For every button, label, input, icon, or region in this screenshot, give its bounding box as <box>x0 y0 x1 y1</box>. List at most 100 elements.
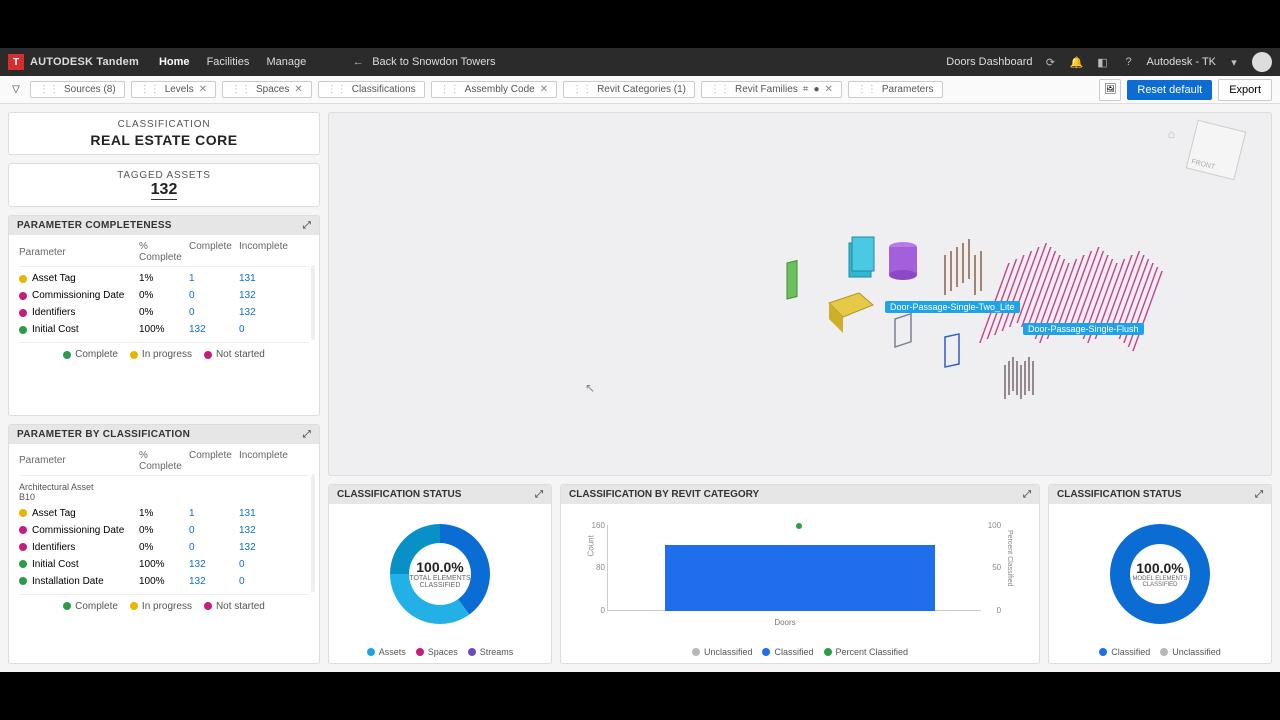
col-pct: % Complete <box>139 450 189 472</box>
complete-link[interactable]: 132 <box>189 559 206 570</box>
filter-icon[interactable]: ▽ <box>8 82 24 98</box>
drag-handle-icon: ⋮⋮ <box>572 84 592 95</box>
model-viewer[interactable]: ⌂ FRONT <box>328 112 1272 476</box>
chip-label: Revit Families <box>735 84 798 95</box>
expand-icon[interactable]: ⤢ <box>1255 489 1263 500</box>
chip-assembly-code[interactable]: ⋮⋮Assembly Code✕ <box>431 81 557 98</box>
expand-icon[interactable]: ⤢ <box>303 220 311 231</box>
table-row: Commissioning Date0%0132 <box>19 287 309 304</box>
expand-icon[interactable]: ⤢ <box>1023 489 1031 500</box>
expand-icon[interactable]: ⤢ <box>535 489 543 500</box>
pct-value: 0% <box>139 542 189 553</box>
y-axis-label: Count <box>586 535 595 556</box>
complete-link[interactable]: 1 <box>189 273 195 284</box>
tagged-count[interactable]: 132 <box>151 181 178 200</box>
expand-icon[interactable]: ⤢ <box>303 429 311 440</box>
donut-sub2: CLASSIFIED <box>420 582 461 589</box>
legend-dot-icon <box>692 648 700 656</box>
chip-classifications[interactable]: ⋮⋮ Classifications <box>318 81 425 98</box>
chip-spaces[interactable]: ⋮⋮Spaces✕ <box>222 81 312 98</box>
bar-chart: 160 80 0 100 50 0 Doors Count Percent Cl… <box>585 519 1015 629</box>
group-header: Architectural Asset B10 <box>19 479 309 505</box>
chart-legend: ClassifiedUnclassified <box>1049 643 1271 663</box>
param-name: Commissioning Date <box>32 525 124 536</box>
y2-axis-label: Percent Classified <box>1006 530 1013 586</box>
card-title: CLASSIFICATION STATUS <box>337 489 461 500</box>
refresh-icon[interactable]: ⟳ <box>1043 54 1059 70</box>
incomplete-link[interactable]: 0 <box>239 324 245 335</box>
panel-title: PARAMETER COMPLETENESS <box>17 220 172 231</box>
drag-handle-icon: ⋮⋮ <box>231 84 251 95</box>
legend-label: Not started <box>216 601 265 612</box>
incomplete-link[interactable]: 0 <box>239 576 245 587</box>
param-name: Installation Date <box>32 576 104 587</box>
incomplete-link[interactable]: 132 <box>239 525 256 536</box>
status-dot-icon <box>19 309 27 317</box>
close-icon[interactable]: ✕ <box>540 84 548 95</box>
parameter-by-classification-panel: PARAMETER BY CLASSIFICATION⤢ Parameter %… <box>8 424 320 664</box>
legend-label: Classified <box>1111 647 1150 657</box>
export-button[interactable]: Export <box>1218 79 1272 101</box>
complete-link[interactable]: 132 <box>189 324 206 335</box>
scrollbar[interactable] <box>311 474 315 592</box>
pct-value: 1% <box>139 508 189 519</box>
incomplete-link[interactable]: 131 <box>239 273 256 284</box>
tree-icon: ⌗ <box>803 84 809 95</box>
status-dot-icon <box>19 526 27 534</box>
percent-point <box>796 523 802 529</box>
nav-manage[interactable]: Manage <box>266 56 306 68</box>
image-icon[interactable]: 🖼 <box>1099 79 1121 101</box>
back-link[interactable]: ← Back to Snowdon Towers <box>350 54 495 70</box>
chip-revit-families[interactable]: ⋮⋮Revit Families⌗●✕ <box>701 81 842 98</box>
incomplete-link[interactable]: 131 <box>239 508 256 519</box>
nav-home[interactable]: Home <box>159 56 190 68</box>
complete-link[interactable]: 0 <box>189 307 195 318</box>
param-name: Initial Cost <box>32 324 79 335</box>
user-label[interactable]: Autodesk - TK <box>1147 56 1217 68</box>
donut-sub2: CLASSIFIED <box>1142 582 1177 588</box>
nav-facilities[interactable]: Facilities <box>207 56 250 68</box>
table-row: Commissioning Date0%0132 <box>19 522 309 539</box>
legend-dot-icon <box>1160 648 1168 656</box>
table-row: Identifiers 0%0 132 <box>19 539 309 556</box>
incomplete-link[interactable]: 132 <box>239 542 256 553</box>
complete-link[interactable]: 1 <box>189 508 195 519</box>
param-name: Identifiers <box>32 542 75 553</box>
legend-dot-icon <box>416 648 424 656</box>
complete-link[interactable]: 0 <box>189 290 195 301</box>
complete-link[interactable]: 0 <box>189 525 195 536</box>
legend-label: Complete <box>75 349 118 360</box>
avatar[interactable] <box>1252 52 1272 72</box>
complete-link[interactable]: 0 <box>189 542 195 553</box>
status-dot-icon <box>19 292 27 300</box>
legend-label: Streams <box>480 647 514 657</box>
incomplete-link[interactable]: 132 <box>239 307 256 318</box>
complete-link[interactable]: 132 <box>189 576 206 587</box>
scrollbar[interactable] <box>311 265 315 340</box>
close-icon[interactable]: ✕ <box>199 84 207 95</box>
chip-parameters[interactable]: ⋮⋮Parameters <box>848 81 943 98</box>
close-icon[interactable]: ✕ <box>294 84 302 95</box>
pct-value: 0% <box>139 307 189 318</box>
chip-levels[interactable]: ⋮⋮Levels✕ <box>131 81 216 98</box>
cursor-icon: ↖ <box>585 381 595 395</box>
reset-default-button[interactable]: Reset default <box>1127 80 1212 100</box>
legend-label: Not started <box>216 349 265 360</box>
status-dot-icon <box>19 275 27 283</box>
legend-label: In progress <box>142 601 192 612</box>
incomplete-link[interactable]: 0 <box>239 559 245 570</box>
chip-revit-categories[interactable]: ⋮⋮Revit Categories (1) <box>563 81 695 98</box>
chip-sources[interactable]: ⋮⋮Sources (8) <box>30 81 125 98</box>
drag-handle-icon: ⋮⋮ <box>857 84 877 95</box>
close-icon[interactable]: ✕ <box>824 84 832 95</box>
chip-label: Classifications <box>352 84 416 95</box>
param-name: Asset Tag <box>32 273 76 284</box>
incomplete-link[interactable]: 132 <box>239 290 256 301</box>
drag-handle-icon: ⋮⋮ <box>327 84 347 95</box>
chevron-down-icon[interactable]: ▾ <box>1226 54 1242 70</box>
bookmark-icon[interactable]: ◧ <box>1095 54 1111 70</box>
bell-icon[interactable]: 🔔 <box>1069 54 1085 70</box>
chip-label: Sources (8) <box>64 84 116 95</box>
col-pct: % Complete <box>139 241 189 263</box>
help-icon[interactable]: ? <box>1121 54 1137 70</box>
